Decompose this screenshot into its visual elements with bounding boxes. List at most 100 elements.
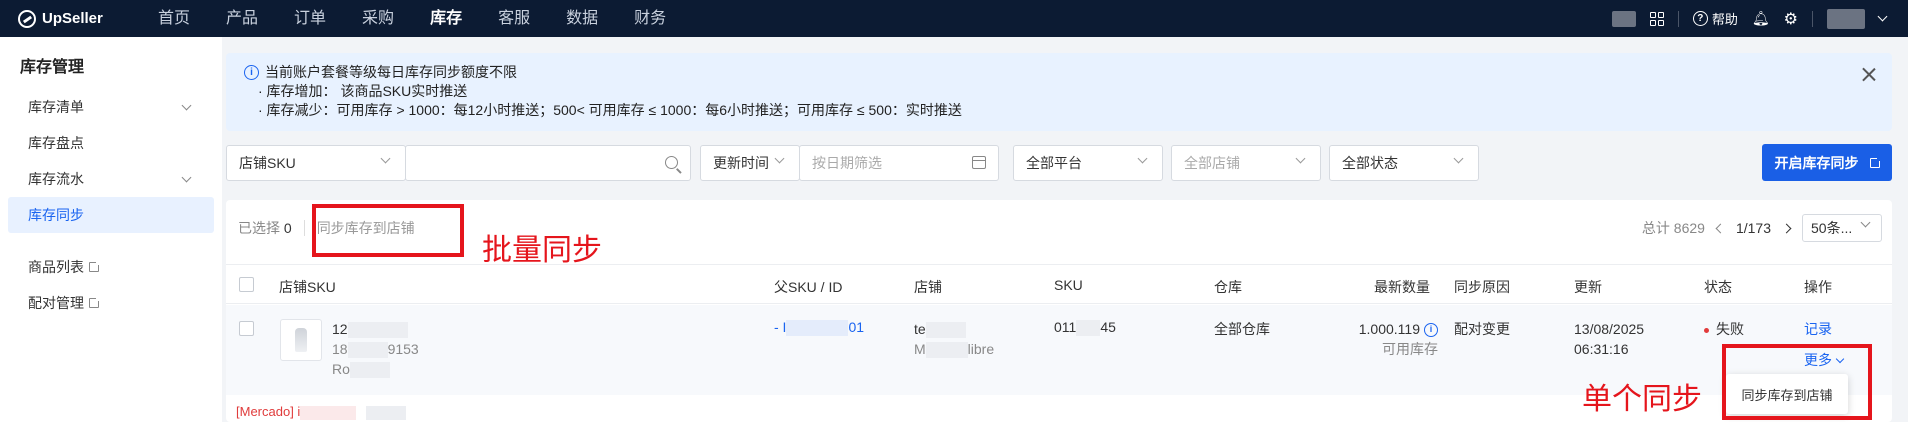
sku-text-b: 45 xyxy=(1100,319,1116,335)
notice-decrease-rule: · 库存减少：可用库存 > 1000：每12小时推送；500< 可用库存 ≤ 1… xyxy=(258,102,962,118)
search-icon[interactable] xyxy=(665,156,678,169)
sidebar-item-label: 库存同步 xyxy=(28,207,84,223)
store-name-a: te xyxy=(914,321,926,337)
apps-grid-icon[interactable] xyxy=(1649,11,1664,26)
store-select[interactable]: 全部店铺 xyxy=(1171,145,1321,181)
nav-products[interactable]: 产品 xyxy=(208,0,276,37)
col-action: 操作 xyxy=(1804,279,1832,295)
close-icon[interactable] xyxy=(1862,67,1876,81)
bell-icon[interactable]: 🔔︎ xyxy=(1752,10,1770,27)
nav-orders[interactable]: 订单 xyxy=(276,0,344,37)
external-link-icon xyxy=(89,260,101,272)
page-size-select[interactable]: 50条... xyxy=(1802,214,1882,242)
sidebar-item-label: 库存流水 xyxy=(28,171,84,187)
sidebar-item-inventory-flow[interactable]: 库存流水 xyxy=(8,161,214,197)
col-status: 状态 xyxy=(1704,279,1732,295)
update-time: 06:31:16 xyxy=(1574,341,1629,357)
sidebar-item-product-list[interactable]: 商品列表 xyxy=(8,249,214,285)
col-store: 店铺 xyxy=(914,279,942,295)
help-button[interactable]: ? 帮助 xyxy=(1692,9,1738,28)
sync-quota-notice: i 当前账户套餐等级每日库存同步额度不限 · 库存增加： 该商品SKU实时推送 … xyxy=(226,53,1892,131)
page-indicator: 1/173 xyxy=(1735,220,1771,236)
annotation-box-single xyxy=(1722,344,1872,420)
help-label: 帮助 xyxy=(1711,12,1738,27)
store-sku-text: 12 xyxy=(332,321,348,337)
enable-sync-button[interactable]: 开启库存同步 xyxy=(1762,144,1892,181)
status-cell: 失败 xyxy=(1704,319,1744,339)
help-icon: ? xyxy=(1692,11,1708,26)
nav-data[interactable]: 数据 xyxy=(548,0,616,37)
sku-type-select[interactable]: 店铺SKU xyxy=(226,145,406,181)
store-sku-id-a: 18 xyxy=(332,341,348,357)
update-cell: 13/08/2025 06:31:16 xyxy=(1574,319,1644,359)
row-checkbox[interactable] xyxy=(239,321,254,336)
next-row-text: [Mercado] i xyxy=(236,404,301,419)
chevron-down-icon[interactable] xyxy=(1877,11,1888,22)
nav-customer-service[interactable]: 客服 xyxy=(480,0,548,37)
nav-finance[interactable]: 财务 xyxy=(616,0,684,37)
platform-select[interactable]: 全部平台 xyxy=(1013,145,1163,181)
sidebar-item-inventory-sync[interactable]: 库存同步 xyxy=(8,197,214,233)
redacted-block xyxy=(1611,10,1636,27)
record-link[interactable]: 记录 xyxy=(1804,319,1832,339)
next-row-store-sku: [Mercado] i xyxy=(236,404,407,420)
calendar-icon[interactable] xyxy=(972,156,986,169)
redacted-block xyxy=(300,405,357,420)
nav-home[interactable]: 首页 xyxy=(140,0,208,37)
search-input[interactable] xyxy=(405,145,691,181)
parent-sku-text-b: 01 xyxy=(848,319,865,335)
sidebar-item-label: 商品列表 xyxy=(28,259,84,275)
enable-sync-label: 开启库存同步 xyxy=(1774,154,1859,171)
notice-increase-rule: · 库存增加： 该商品SKU实时推送 xyxy=(258,83,468,99)
sidebar-item-label: 库存盘点 xyxy=(28,135,84,151)
sidebar-item-pairing[interactable]: 配对管理 xyxy=(8,285,214,321)
parent-sku-link[interactable]: - I 01 xyxy=(774,319,865,337)
sidebar: 库存管理 库存清单 库存盘点 库存流水 库存同步 商品列表 配对管理 xyxy=(0,37,222,422)
table-header: 店铺SKU 父SKU / ID 店铺 SKU 仓库 最新数量 同步原因 更新 状… xyxy=(226,264,1892,304)
redacted-block xyxy=(366,405,407,420)
filter-bar: 店铺SKU 更新时间 按日期筛选 全部平台 全部店铺 全部状态 开启库存同步 xyxy=(226,144,1892,181)
info-icon[interactable]: i xyxy=(1424,323,1438,338)
select-all-checkbox[interactable] xyxy=(239,277,254,292)
nav-divider xyxy=(1677,10,1679,27)
store-platform-a: M xyxy=(914,341,926,357)
chevron-down-icon xyxy=(774,153,785,164)
external-link-icon xyxy=(89,296,101,308)
store-sku-id-b: 9153 xyxy=(387,341,419,357)
store-cell: te Mlibre xyxy=(914,319,994,359)
date-filter-input[interactable]: 按日期筛选 xyxy=(799,145,999,181)
sidebar-item-stocktake[interactable]: 库存盘点 xyxy=(8,125,214,161)
prev-page-icon[interactable] xyxy=(1715,223,1726,233)
brand-logo[interactable]: UpSeller xyxy=(0,9,140,28)
selected-number: 0 xyxy=(283,220,292,236)
store-sku-variant-a: Ro xyxy=(332,361,350,377)
chevron-down-icon xyxy=(1453,153,1464,164)
chevron-down-icon xyxy=(1295,153,1306,164)
gear-icon[interactable]: ⚙︎ xyxy=(1784,9,1798,29)
next-page-icon[interactable] xyxy=(1781,223,1792,233)
annotation-label-batch: 批量同步 xyxy=(482,233,602,268)
platform-value: 全部平台 xyxy=(1026,155,1082,171)
nav-inventory[interactable]: 库存 xyxy=(412,0,480,37)
top-navigation: UpSeller 首页 产品 订单 采购 库存 客服 数据 财务 ? 帮助 🔔︎… xyxy=(0,0,1908,37)
update-date: 13/08/2025 xyxy=(1574,321,1645,337)
selected-label: 已选择 xyxy=(238,220,280,236)
total-count: 总计 8629 xyxy=(1641,220,1705,236)
redacted-block xyxy=(347,342,388,359)
sidebar-item-inventory-list[interactable]: 库存清单 xyxy=(8,89,214,125)
user-avatar[interactable] xyxy=(1827,8,1865,29)
toolbar-divider xyxy=(303,220,305,236)
quantity-cell: 1.000.119 i 可用库存 xyxy=(1306,319,1438,359)
redacted-block xyxy=(1076,320,1101,337)
col-sku: SKU xyxy=(1054,277,1083,293)
col-update: 更新 xyxy=(1574,279,1602,295)
nav-purchase[interactable]: 采购 xyxy=(344,0,412,37)
nav-divider xyxy=(1812,10,1813,27)
sku-cell: 011 45 xyxy=(1054,319,1116,337)
quantity-note: 可用库存 xyxy=(1382,341,1438,357)
status-select[interactable]: 全部状态 xyxy=(1329,145,1479,181)
col-latest-quantity: 最新数量 xyxy=(1374,279,1430,295)
chevron-down-icon xyxy=(181,100,192,110)
time-type-select[interactable]: 更新时间 xyxy=(700,145,800,181)
